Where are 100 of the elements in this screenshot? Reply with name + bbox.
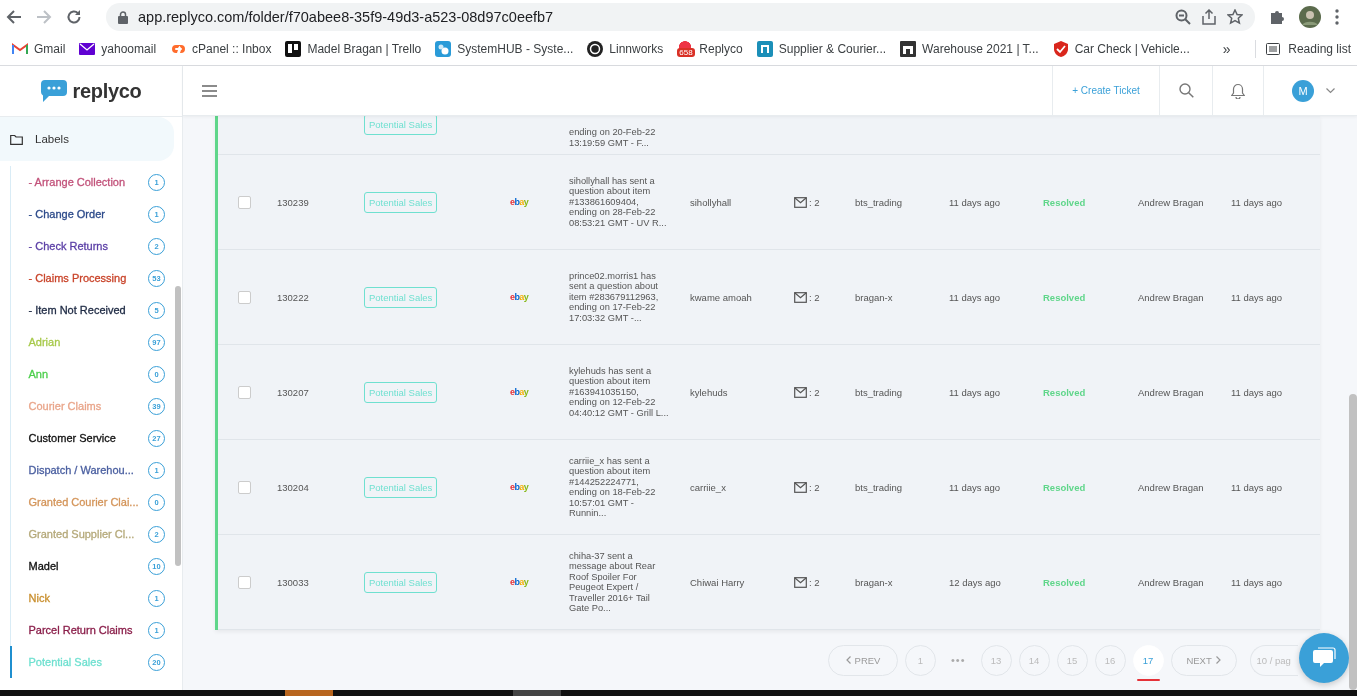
reading-list[interactable]: Reading list [1255,40,1351,58]
ebay-logo: ebay [510,387,529,397]
label-tag: Potential Sales [364,116,438,135]
label-name: Dispatch / Warehou... [28,464,134,476]
account-name: bts_trading [855,196,902,208]
bookmark[interactable]: Gmail [6,37,74,61]
square-logo-icon [756,41,773,57]
profile-avatar-icon[interactable] [1299,6,1321,28]
board-icon [285,41,302,57]
bookmark[interactable]: Madel Bragan | Trello [279,37,430,61]
zoom-out-icon[interactable] [1175,9,1191,25]
share-icon[interactable] [1201,9,1217,25]
bookmark[interactable]: Linnworks [581,37,672,61]
ticket-id: 130239 [277,196,309,208]
message-count: : 2 [809,481,820,493]
account-name: bts_trading [855,386,902,398]
label-name: Potential Sales [28,656,102,668]
chat-bubble-logo-icon [40,79,69,103]
checkbox[interactable] [238,290,251,304]
created-time: 11 days ago [949,291,1001,303]
bookmark[interactable]: cPanel :: Inbox [164,37,280,61]
cloud-icon [435,41,452,57]
created-time: 12 days ago [949,576,1001,588]
puzzle-icon[interactable] [1269,9,1285,25]
mail-icon [12,43,28,55]
label-tag: Potential Sales [364,191,438,213]
reload-icon[interactable] [66,9,82,25]
checkbox[interactable] [238,385,251,399]
star-icon[interactable] [1227,9,1243,25]
message-preview[interactable]: chiha-37 sent a message about Rear Roof Spoiler For Peugeot Expert / Traveller 2016+ Tail Gate Po... [569,550,669,614]
updated-time: 11 days ago [1231,196,1283,208]
label-name: Parcel Return Claims [28,624,133,636]
labels-section[interactable]: Labels [0,117,174,161]
shield-icon [1052,41,1069,57]
chat-button[interactable] [1299,633,1349,683]
search-icon[interactable] [1178,83,1194,98]
bookmark[interactable]: Car Check | Vehicle... [1046,37,1198,61]
label-name: Granted Supplier Cl... [28,528,135,540]
label-name: - Check Returns [28,240,108,252]
status-text: Resolved [1043,386,1086,398]
message-preview[interactable]: prince02.morris1 has sent a question about item #283679112963, ending on 17-Feb-22 17:03:32 GMT -... [569,270,669,324]
forward-arrow-icon[interactable] [36,9,52,25]
checkbox[interactable] [238,195,251,209]
back-arrow-icon[interactable] [6,9,22,25]
account-name: bts_trading [855,481,902,493]
chat-icon [1312,647,1336,669]
assignee-name: Andrew Bragan [1138,196,1204,208]
customer-name: kylehuds [690,386,728,398]
message-preview[interactable]: carriie_x has sent a question about item #144252224771, ending on 18-Feb-22 10:57:01 GMT - Runnin... [569,455,669,519]
selected-underline [1136,678,1160,681]
message-count: : 2 [809,386,820,398]
chevron-left-icon [845,656,851,664]
bookmark[interactable]: Warehouse 2021 | T... [894,37,1047,61]
bookmark-icon: 658 [677,41,694,57]
checkbox[interactable] [238,575,251,589]
message-preview[interactable]: kylehuds has sent a question about item #163941035150, ending on 12-Feb-22 04:40:12 GMT - Grill L... [569,365,669,419]
created-time: 11 days ago [949,386,1001,398]
status-text: Resolved [1043,481,1086,493]
more-bookmarks[interactable]: » [1222,41,1231,57]
bookmark[interactable]: 658 Replyco [671,37,751,61]
square-logo-icon [900,41,917,57]
chevron-down-icon[interactable] [1326,87,1335,94]
customer-name: carriie_x [690,481,726,493]
ticket-id: 130207 [277,386,309,398]
url-text: app.replyco.com/folder/f70abee8-35f9-49d3-a523-08d97c0eefb7 [138,9,555,25]
status-text: Resolved [1043,196,1086,208]
bookmark[interactable]: yahoomail [73,37,165,61]
mail-icon [794,576,807,588]
label-name: Nick [28,592,50,604]
ebay-logo: ebay [510,197,529,207]
menu-icon[interactable] [202,84,217,97]
label-tag: Potential Sales [364,476,438,498]
status-text: Resolved [1043,291,1086,303]
assignee-name: Andrew Bragan [1138,481,1204,493]
list-icon [1266,43,1281,55]
lock-icon [118,10,128,24]
label-name: Madel [28,560,59,572]
mail-icon [794,196,807,208]
bell-icon[interactable] [1231,82,1245,99]
ticket-id: 130204 [277,481,309,493]
ebay-logo: ebay [510,577,529,587]
app-logo-text: replyco [72,79,142,103]
customer-name: sihollyhall [690,196,732,208]
bookmark[interactable]: SystemHUB - Syste... [429,37,582,61]
customer-name: kwame amoah [690,291,752,303]
message-preview[interactable]: sihollyhall has sent a question about item #133861609404, ending on 28-Feb-22 08:53:21 GMT - UV R... [569,175,669,229]
bookmark[interactable]: Supplier & Courier... [750,37,895,61]
created-time: 11 days ago [949,481,1001,493]
chevron-right-icon [1215,656,1221,664]
updated-time: 11 days ago [1231,576,1283,588]
checkbox[interactable] [238,480,251,494]
mail-icon [794,386,807,398]
label-name: - Claims Processing [28,272,127,284]
label-tag: Potential Sales [364,571,438,593]
ebay-logo: ebay [510,292,529,302]
label-name: - Arrange Collection [28,176,126,188]
menu-icon[interactable] [1335,9,1339,25]
message-count: : 2 [809,576,820,588]
ticket-id: 130222 [277,291,309,303]
assignee-name: Andrew Bragan [1138,291,1204,303]
